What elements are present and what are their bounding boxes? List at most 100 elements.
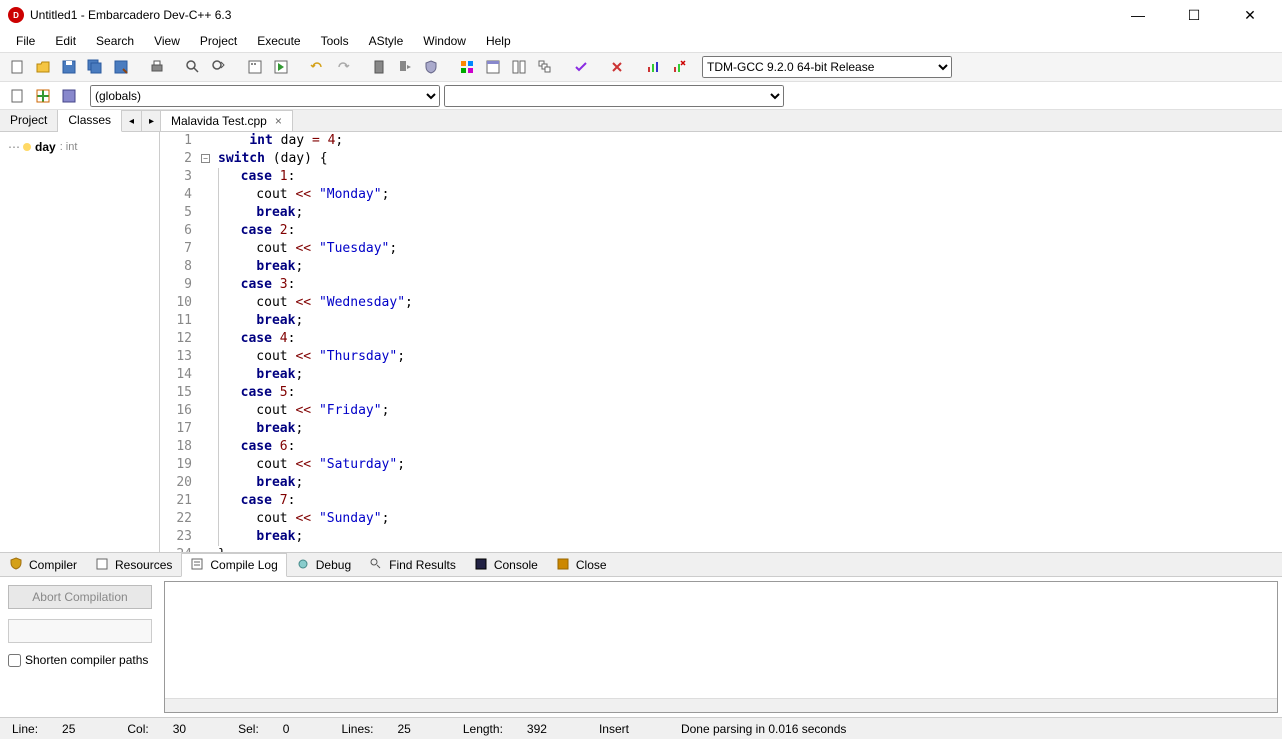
grid-icon bbox=[459, 59, 475, 75]
close-button[interactable]: ✕ bbox=[1230, 3, 1270, 27]
goto-bookmark-button[interactable] bbox=[394, 56, 416, 78]
redo-icon bbox=[335, 59, 351, 75]
tree-item-day[interactable]: ⋯ day : int bbox=[6, 138, 153, 156]
tab-project[interactable]: Project bbox=[0, 110, 58, 131]
abort-compilation-button[interactable]: Abort Compilation bbox=[8, 585, 152, 609]
maximize-button[interactable]: ☐ bbox=[1174, 3, 1214, 27]
print-button[interactable] bbox=[146, 56, 168, 78]
left-panel: Project Classes ◂ ▸ ⋯ day : int bbox=[0, 110, 160, 552]
member-select[interactable] bbox=[444, 85, 784, 107]
tab-debug[interactable]: Debug bbox=[287, 553, 360, 577]
status-col: Col: bbox=[115, 722, 160, 736]
scope-select[interactable]: (globals) bbox=[90, 85, 440, 107]
new-file-button[interactable] bbox=[6, 56, 28, 78]
delete-profile-button[interactable] bbox=[668, 56, 690, 78]
menu-window[interactable]: Window bbox=[415, 32, 474, 50]
status-insert-mode: Insert bbox=[587, 722, 669, 736]
check-button[interactable] bbox=[570, 56, 592, 78]
titlebar: D Untitled1 - Embarcadero Dev-C++ 6.3 — … bbox=[0, 0, 1282, 30]
save-button[interactable] bbox=[58, 56, 80, 78]
tab-console[interactable]: Console bbox=[465, 553, 547, 577]
cascade-button[interactable] bbox=[534, 56, 556, 78]
bottom-panel: Compiler Resources Compile Log Debug Fin… bbox=[0, 552, 1282, 717]
menu-file[interactable]: File bbox=[8, 32, 43, 50]
goto-icon bbox=[61, 88, 77, 104]
menu-view[interactable]: View bbox=[146, 32, 188, 50]
debug-button[interactable] bbox=[420, 56, 442, 78]
cancel-button[interactable] bbox=[606, 56, 628, 78]
tab-resources[interactable]: Resources bbox=[86, 553, 181, 577]
tile-vert-button[interactable] bbox=[508, 56, 530, 78]
undo-icon bbox=[309, 59, 325, 75]
new-class-button[interactable] bbox=[6, 85, 28, 107]
statusbar: Line: 25 Col: 30 Sel: 0 Lines: 25 Length… bbox=[0, 717, 1282, 739]
x-icon bbox=[609, 59, 625, 75]
status-sel: Sel: bbox=[226, 722, 271, 736]
replace-button[interactable] bbox=[208, 56, 230, 78]
folder-icon bbox=[35, 59, 51, 75]
code-editor[interactable]: 1234567891011121314151617181920212223242… bbox=[160, 132, 1282, 552]
menu-tools[interactable]: Tools bbox=[313, 32, 357, 50]
profile-button[interactable] bbox=[642, 56, 664, 78]
editor-tab[interactable]: Malavida Test.cpp × bbox=[160, 110, 293, 131]
bookmark-next-icon bbox=[397, 59, 413, 75]
find-button[interactable] bbox=[182, 56, 204, 78]
insert-button[interactable] bbox=[32, 85, 54, 107]
status-parse: Done parsing in 0.016 seconds bbox=[669, 722, 858, 736]
save-as-icon bbox=[113, 59, 129, 75]
tab-close-button[interactable]: × bbox=[275, 114, 282, 128]
compile-log-output[interactable] bbox=[164, 581, 1278, 713]
box-icon bbox=[95, 557, 111, 573]
menu-search[interactable]: Search bbox=[88, 32, 142, 50]
menu-project[interactable]: Project bbox=[192, 32, 245, 50]
toggle-bookmark-button[interactable] bbox=[368, 56, 390, 78]
progress-placeholder bbox=[8, 619, 152, 643]
compile-button[interactable] bbox=[244, 56, 266, 78]
undo-button[interactable] bbox=[306, 56, 328, 78]
menu-help[interactable]: Help bbox=[478, 32, 519, 50]
tab-classes[interactable]: Classes bbox=[58, 110, 122, 132]
open-button[interactable] bbox=[32, 56, 54, 78]
tab-find-results[interactable]: Find Results bbox=[360, 553, 465, 577]
bookmark-icon bbox=[371, 59, 387, 75]
run-button[interactable] bbox=[270, 56, 292, 78]
chart-icon bbox=[645, 59, 661, 75]
tree-connector-icon: ⋯ bbox=[8, 140, 19, 154]
menu-astyle[interactable]: AStyle bbox=[361, 32, 412, 50]
shield-icon bbox=[9, 557, 25, 573]
compile-icon bbox=[247, 59, 263, 75]
scrollbar-horizontal[interactable] bbox=[165, 698, 1277, 712]
chart-x-icon bbox=[671, 59, 687, 75]
tab-compile-log[interactable]: Compile Log bbox=[181, 553, 286, 577]
window-icon bbox=[485, 59, 501, 75]
fold-toggle[interactable]: − bbox=[201, 154, 210, 163]
menu-edit[interactable]: Edit bbox=[47, 32, 84, 50]
doc-icon bbox=[9, 88, 25, 104]
split-icon bbox=[511, 59, 527, 75]
console-icon bbox=[474, 557, 490, 573]
class-tree[interactable]: ⋯ day : int bbox=[0, 132, 159, 552]
tab-compiler[interactable]: Compiler bbox=[0, 553, 86, 577]
tile-grid-button[interactable] bbox=[456, 56, 478, 78]
shorten-paths-checkbox[interactable]: Shorten compiler paths bbox=[8, 653, 152, 667]
main-toolbar: TDM-GCC 9.2.0 64-bit Release bbox=[0, 52, 1282, 82]
bug-icon bbox=[296, 557, 312, 573]
save-all-button[interactable] bbox=[84, 56, 106, 78]
status-line: Line: bbox=[0, 722, 50, 736]
tab-close[interactable]: Close bbox=[547, 553, 616, 577]
save-as-button[interactable] bbox=[110, 56, 132, 78]
cascade-icon bbox=[537, 59, 553, 75]
compiler-profile-select[interactable]: TDM-GCC 9.2.0 64-bit Release bbox=[702, 56, 952, 78]
minimize-button[interactable]: — bbox=[1118, 3, 1158, 27]
status-length: Length: bbox=[451, 722, 515, 736]
status-lines: Lines: bbox=[329, 722, 385, 736]
redo-button[interactable] bbox=[332, 56, 354, 78]
menu-execute[interactable]: Execute bbox=[249, 32, 308, 50]
search-icon bbox=[369, 557, 385, 573]
variable-icon bbox=[23, 143, 31, 151]
class-toolbar: (globals) bbox=[0, 82, 1282, 110]
app-icon: D bbox=[8, 7, 24, 23]
goto-button[interactable] bbox=[58, 85, 80, 107]
tab-scroll-left[interactable]: ◂ bbox=[122, 110, 142, 132]
tile-horiz-button[interactable] bbox=[482, 56, 504, 78]
